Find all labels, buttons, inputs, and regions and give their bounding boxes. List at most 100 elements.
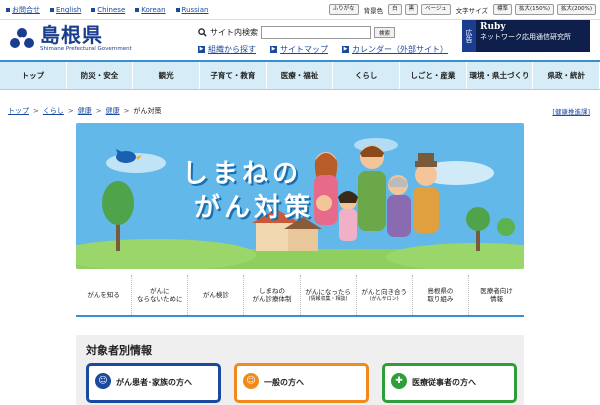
card-label: 医療従事者の方へ — [412, 378, 476, 387]
org-search-link[interactable]: ▶ 組織から探す — [198, 44, 256, 55]
breadcrumb-separator: > — [123, 107, 130, 115]
korean-link[interactable]: Korean — [135, 6, 166, 14]
nav-item-disaster[interactable]: 防災・安全 — [67, 62, 134, 89]
section-title: 対象者別情報 — [86, 344, 152, 357]
tab-label: がんを知る — [87, 291, 120, 299]
calendar-link[interactable]: ▶ カレンダー（外部サイト） — [342, 44, 448, 55]
font-size-label: 文字サイズ — [455, 6, 488, 15]
bg-white-button[interactable]: 白 — [388, 4, 402, 15]
tab-care-system[interactable]: しまねの がん診療体制 — [244, 275, 301, 315]
font-150-button[interactable]: 拡大(150%) — [514, 4, 554, 15]
arrow-right-icon: ▶ — [198, 46, 205, 53]
breadcrumb-living[interactable]: くらし — [43, 106, 64, 116]
font-200-button[interactable]: 拡大(200%) — [556, 4, 596, 15]
header-links: ▶ 組織から探す ▶ サイトマップ ▶ カレンダー（外部サイト） — [198, 44, 448, 55]
english-link-label: English — [56, 6, 82, 14]
bg-beige-button[interactable]: ベージュ — [421, 4, 451, 15]
arrow-right-icon: ▶ — [270, 46, 277, 53]
banner-title-line1: しまねの — [182, 159, 303, 189]
contact-link[interactable]: お問合せ — [6, 5, 40, 15]
bg-color-label: 背景色 — [363, 6, 384, 15]
card-label: 一般の方へ — [264, 378, 304, 387]
nav-item-government[interactable]: 県政・統計 — [533, 62, 600, 89]
tab-label: がん検診 — [202, 291, 229, 299]
search-label: サイト内検索 — [210, 28, 258, 37]
utility-bar: お問合せ English Chinese Korean Russian ふりがな… — [0, 0, 600, 20]
ad-title: Ruby — [480, 22, 506, 32]
nav-item-environment[interactable]: 環境・県土づくり — [467, 62, 534, 89]
tab-label: 島根県の 取り組み — [427, 287, 454, 303]
tab-prefecture-efforts[interactable]: 島根県の 取り組み — [413, 275, 469, 315]
logo-name: 島根県 — [40, 23, 103, 47]
search-icon — [198, 28, 207, 37]
square-bullet-icon — [91, 8, 96, 12]
tab-medical-info[interactable]: 医療者向け 情報 — [469, 275, 524, 315]
tab-if-diagnosed[interactable]: がんになったら (情報収集・相談) — [301, 275, 357, 315]
russian-link[interactable]: Russian — [175, 6, 209, 14]
people-icon: ☺ — [95, 373, 111, 389]
bg-black-button[interactable]: 黒 — [404, 4, 419, 15]
breadcrumb-separator: > — [95, 107, 102, 115]
tab-label: しまねの がん診療体制 — [252, 287, 292, 303]
nav-item-medical[interactable]: 医療・福祉 — [267, 62, 334, 89]
card-medical-staff[interactable]: ✚ 医療従事者の方へ — [382, 363, 517, 403]
sitemap-link[interactable]: ▶ サイトマップ — [270, 44, 328, 55]
english-link[interactable]: English — [50, 6, 81, 14]
card-label: がん患者･家族の方へ — [116, 378, 192, 387]
card-general-public[interactable]: ☺ 一般の方へ — [234, 363, 369, 403]
person-icon: ☺ — [243, 373, 259, 389]
square-bullet-icon — [50, 8, 54, 12]
banner-title-line2: がん対策 — [194, 193, 315, 223]
logo-subtitle: Shimane Prefectural Government — [40, 46, 132, 52]
breadcrumb-health[interactable]: 健康 — [78, 106, 92, 116]
family-illustration — [314, 145, 439, 241]
search-input[interactable] — [261, 26, 371, 39]
hero-banner: しまねの がん対策 — [76, 123, 524, 269]
tab-label: がんに ならないために — [136, 287, 183, 303]
site-logo[interactable]: 島根県 Shimane Prefectural Government — [8, 25, 132, 52]
square-bullet-icon — [175, 8, 180, 12]
square-bullet-icon — [6, 8, 10, 12]
square-bullet-icon — [135, 8, 140, 12]
nav-item-work[interactable]: しごと・産業 — [400, 62, 467, 89]
ad-banner[interactable]: 広告 Ruby ネットワーク応用通信研究所 — [462, 20, 590, 52]
chinese-link[interactable]: Chinese — [91, 6, 125, 14]
russian-link-label: Russian — [181, 6, 209, 14]
tab-sublabel: (情報収集・相談) — [308, 295, 348, 302]
nav-item-top[interactable]: トップ — [0, 62, 67, 89]
tab-label: がんになったら — [305, 287, 351, 296]
health-promotion-link[interactable]: [健康推進課] — [552, 106, 590, 116]
breadcrumb-separator: > — [33, 107, 39, 115]
search-button[interactable]: 検索 — [374, 27, 396, 38]
global-nav: トップ 防災・安全 観光 子育て・教育 医療・福祉 くらし しごと・産業 環境・… — [0, 60, 600, 90]
breadcrumb-top[interactable]: トップ — [8, 106, 29, 116]
tab-facing-cancer[interactable]: がんと向き合う (がんサロン) — [357, 275, 413, 315]
prefecture-emblem-icon — [10, 27, 34, 48]
category-tabs: がんを知る がんに ならないために がん検診 しまねの がん診療体制 がんになっ… — [76, 275, 524, 317]
site-header: 島根県 Shimane Prefectural Government サイト内検… — [0, 20, 600, 60]
site-search: サイト内検索 検索 — [198, 26, 396, 39]
tab-sublabel: (がんサロン) — [369, 295, 399, 302]
tab-learn-about-cancer[interactable]: がんを知る — [76, 275, 133, 315]
font-standard-button[interactable]: 標準 — [492, 4, 512, 15]
ad-tag: 広告 — [462, 20, 476, 52]
breadcrumb-health-2[interactable]: 健康 — [106, 106, 120, 116]
nav-item-childcare[interactable]: 子育て・教育 — [200, 62, 267, 89]
card-patients-families[interactable]: ☺ がん患者･家族の方へ — [86, 363, 221, 403]
nav-item-tourism[interactable]: 観光 — [133, 62, 201, 89]
nav-item-living[interactable]: くらし — [333, 62, 401, 89]
arrow-right-icon: ▶ — [342, 46, 349, 53]
tab-label: がんと向き合う — [361, 287, 407, 296]
doctor-icon: ✚ — [391, 373, 407, 389]
breadcrumb: トップ > くらし > 健康 > 健康 > がん対策 — [8, 106, 162, 116]
tab-prevention[interactable]: がんに ならないために — [132, 275, 189, 315]
tab-screening[interactable]: がん検診 — [188, 275, 245, 315]
ad-text: ネットワーク応用通信研究所 — [480, 33, 571, 41]
contact-link-label: お問合せ — [12, 6, 40, 14]
sitemap-label: サイトマップ — [280, 45, 328, 54]
tab-label: 医療者向け 情報 — [480, 287, 513, 303]
chinese-link-label: Chinese — [97, 6, 126, 14]
furigana-button[interactable]: ふりがな — [328, 4, 359, 15]
audience-section: 対象者別情報 ☺ がん患者･家族の方へ ☺ 一般の方へ ✚ 医療従事者の方へ — [76, 335, 524, 405]
calendar-label: カレンダー（外部サイト） — [352, 45, 448, 54]
